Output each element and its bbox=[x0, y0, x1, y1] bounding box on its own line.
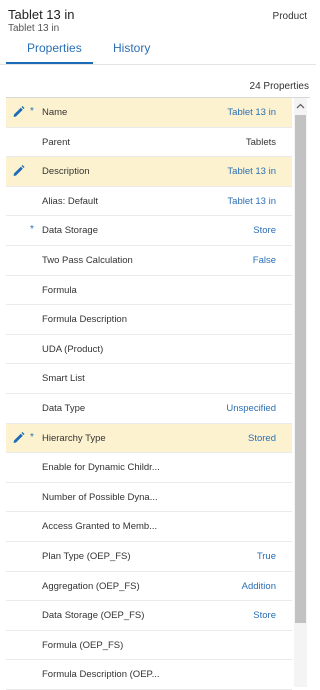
tab-properties[interactable]: Properties bbox=[27, 41, 82, 55]
tab-history[interactable]: History bbox=[113, 41, 150, 55]
property-value[interactable]: Addition bbox=[242, 581, 276, 592]
property-row[interactable]: Formula (OEP_FS) bbox=[6, 631, 292, 661]
property-value[interactable]: Tablet 13 in bbox=[227, 166, 276, 177]
property-value[interactable]: Tablet 13 in bbox=[227, 107, 276, 118]
property-label: Plan Type (OEP_FS) bbox=[42, 550, 131, 562]
scrollbar[interactable] bbox=[294, 98, 307, 687]
tabs-divider bbox=[0, 64, 316, 65]
pencil-icon[interactable] bbox=[12, 105, 25, 118]
property-value[interactable]: Store bbox=[253, 610, 276, 621]
property-label: Formula (OEP_FS) bbox=[42, 639, 124, 651]
scrollbar-thumb[interactable] bbox=[295, 115, 306, 623]
property-label: Description bbox=[42, 166, 90, 178]
property-label: UDA (Product) bbox=[42, 343, 104, 355]
property-row[interactable]: Plan Type (OEP_FS) True bbox=[6, 542, 292, 572]
property-value[interactable]: Tablets bbox=[246, 137, 276, 148]
member-title: Tablet 13 in bbox=[8, 7, 75, 22]
property-label: Alias: Default bbox=[42, 195, 98, 207]
property-row[interactable]: Data Storage (OEP_FS) Store bbox=[6, 601, 292, 631]
property-label: Formula Description bbox=[42, 314, 127, 326]
property-label: Number of Possible Dyna... bbox=[42, 491, 158, 503]
property-value[interactable]: Unspecified bbox=[226, 403, 276, 414]
property-value[interactable]: False bbox=[253, 255, 276, 266]
property-value[interactable]: Stored bbox=[248, 433, 276, 444]
property-row[interactable]: Aggregation (OEP_FS) Addition bbox=[6, 572, 292, 602]
property-label: Data Storage bbox=[42, 225, 98, 237]
property-row[interactable]: Alias: Default Tablet 13 in bbox=[6, 187, 292, 217]
asterisk-icon: * bbox=[30, 431, 34, 443]
chevron-up-icon[interactable] bbox=[294, 101, 307, 111]
property-row[interactable]: UDA (Product) bbox=[6, 335, 292, 365]
panel-header: Tablet 13 in Tablet 13 in Product bbox=[0, 0, 316, 36]
dimension-label: Product bbox=[272, 11, 307, 22]
property-row[interactable]: Access Granted to Memb... bbox=[6, 512, 292, 542]
property-label: Smart List bbox=[42, 373, 85, 385]
property-row[interactable]: Enable for Dynamic Childr... bbox=[6, 453, 292, 483]
property-row[interactable]: Formula Description bbox=[6, 305, 292, 335]
tab-bar: Properties History bbox=[0, 38, 316, 64]
property-label: Data Storage (OEP_FS) bbox=[42, 610, 145, 622]
property-row[interactable]: Number of Possible Dyna... bbox=[6, 483, 292, 513]
asterisk-icon: * bbox=[30, 106, 34, 117]
property-label: Aggregation (OEP_FS) bbox=[42, 580, 140, 592]
property-row[interactable]: * Data Storage Store bbox=[6, 216, 292, 246]
property-row[interactable]: * Hierarchy Type Stored bbox=[6, 423, 292, 454]
property-label: Enable for Dynamic Childr... bbox=[42, 462, 160, 474]
property-row[interactable]: Smart List bbox=[6, 364, 292, 394]
property-label: Access Granted to Memb... bbox=[42, 521, 158, 533]
property-row[interactable]: Data Type Unspecified bbox=[6, 394, 292, 424]
property-label: Formula Description (OEP... bbox=[42, 669, 160, 681]
property-value[interactable]: Tablet 13 in bbox=[227, 196, 276, 207]
property-label: Formula bbox=[42, 284, 77, 296]
member-subtitle: Tablet 13 in bbox=[8, 23, 60, 34]
property-label: Two Pass Calculation bbox=[42, 254, 133, 266]
properties-count: 24 Properties bbox=[249, 81, 309, 92]
property-value[interactable]: Store bbox=[253, 225, 276, 236]
property-label: Parent bbox=[42, 136, 70, 148]
property-row[interactable]: Two Pass Calculation False bbox=[6, 246, 292, 276]
property-row[interactable]: Formula bbox=[6, 276, 292, 306]
pencil-icon[interactable] bbox=[12, 164, 25, 177]
property-label: Data Type bbox=[42, 402, 86, 414]
property-row[interactable]: Description Tablet 13 in bbox=[6, 157, 292, 187]
property-row[interactable]: Formula Description (OEP... bbox=[6, 660, 292, 690]
property-row[interactable]: * Name Tablet 13 in bbox=[6, 98, 292, 128]
properties-table: * Name Tablet 13 in Parent Tablets Descriptio… bbox=[6, 98, 292, 690]
property-value[interactable]: True bbox=[257, 551, 276, 562]
property-label: Hierarchy Type bbox=[42, 432, 106, 444]
pencil-icon[interactable] bbox=[12, 431, 25, 444]
asterisk-icon: * bbox=[30, 224, 34, 236]
property-label: Name bbox=[42, 107, 68, 118]
property-row[interactable]: Parent Tablets bbox=[6, 128, 292, 158]
